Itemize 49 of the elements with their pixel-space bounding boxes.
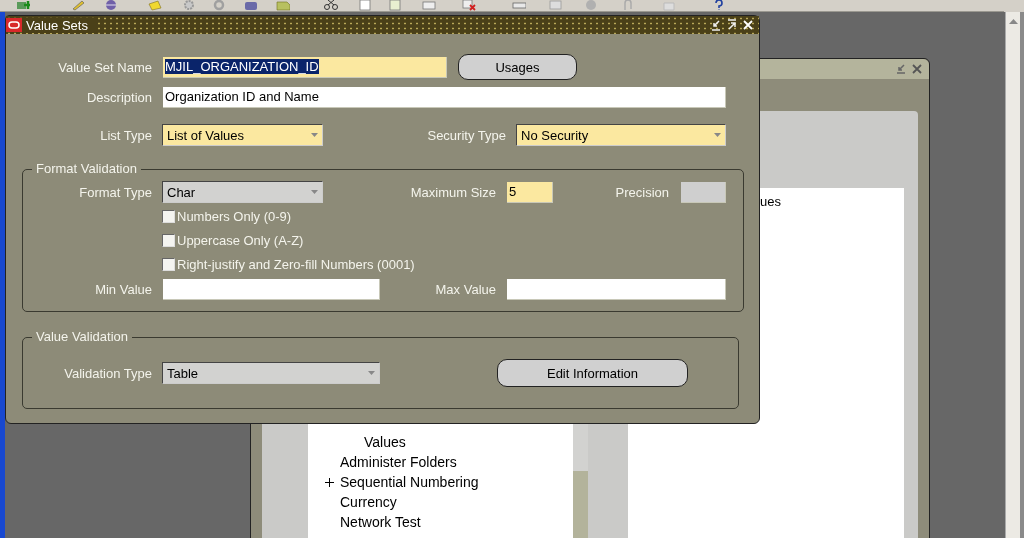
tree-item[interactable]: Sequential Numbering (340, 474, 479, 490)
field-label: Format Type (78, 184, 152, 200)
dropdown[interactable]: Table (162, 362, 380, 384)
help-icon[interactable] (712, 0, 726, 11)
panel-text: ues (760, 194, 781, 209)
text-field[interactable]: 5 (507, 181, 553, 203)
maximize-icon[interactable] (726, 19, 738, 31)
group-title: Value Validation (32, 329, 133, 344)
field-label: List Type (99, 127, 152, 143)
edit-information-button[interactable]: Edit Information (497, 359, 688, 387)
text-field[interactable] (163, 278, 380, 300)
dropdown[interactable]: Char (162, 181, 323, 203)
field-label: Precision (614, 184, 669, 200)
window-title: Value Sets (26, 17, 94, 33)
caret-icon[interactable] (311, 133, 318, 137)
caret-icon[interactable] (714, 133, 721, 137)
caret-icon[interactable] (368, 371, 375, 375)
text-field[interactable] (507, 278, 726, 300)
tree-item[interactable]: Currency (340, 494, 397, 510)
dropdown[interactable]: List of Values (162, 124, 323, 146)
ring-icon[interactable] (212, 0, 226, 11)
field-label: Validation Type (63, 365, 152, 381)
expand-icon[interactable] (325, 477, 334, 487)
group-title: Format Validation (32, 161, 141, 176)
scroll-up-icon[interactable] (1008, 18, 1018, 24)
scrollbar[interactable] (1005, 12, 1020, 538)
field-label: Description (85, 89, 152, 105)
app-logo-icon[interactable] (6, 18, 22, 32)
usages-button[interactable]: Usages (458, 54, 577, 80)
scissors-icon[interactable] (324, 0, 338, 11)
checkbox[interactable] (162, 209, 175, 223)
caret-icon[interactable] (311, 190, 318, 194)
field-label: Max Value (434, 281, 496, 297)
field-label: Maximum Size (409, 184, 496, 200)
text-field[interactable]: Organization ID and Name (163, 86, 726, 108)
text-field[interactable]: MJIL_ORGANIZATION_ID (163, 56, 447, 78)
checkbox[interactable] (162, 233, 175, 247)
tree-item[interactable]: Administer Folders (340, 454, 457, 470)
field-label: Min Value (94, 281, 152, 297)
globe-icon[interactable] (104, 0, 118, 11)
tree-item[interactable]: Values (364, 434, 406, 450)
tree-item[interactable]: Network Test (340, 514, 421, 530)
dropdown[interactable]: No Security (516, 124, 726, 146)
checkbox[interactable] (162, 257, 175, 271)
field-label: Value Set Name (57, 59, 152, 75)
plus-icon[interactable] (16, 0, 30, 11)
scroll-thumb[interactable] (573, 421, 588, 471)
field-label: Security Type (426, 127, 506, 143)
delete-icon[interactable] (462, 0, 476, 11)
